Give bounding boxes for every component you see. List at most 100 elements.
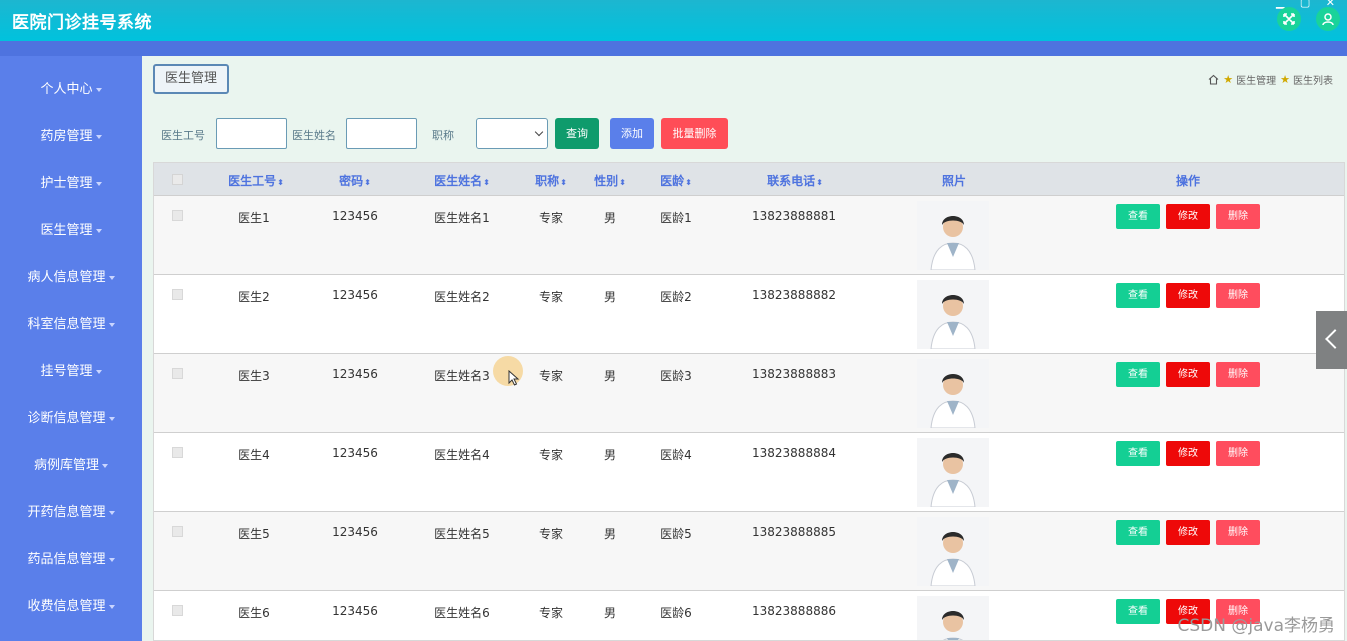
row-checkbox[interactable] [172,289,183,300]
sidebar-item-prescriptions[interactable]: 开药信息管理 [0,489,142,536]
title-select[interactable] [476,118,548,149]
cell-phone: 13823888883 [752,367,836,381]
cell-title: 专家 [538,290,563,304]
edit-button[interactable]: 修改 [1166,204,1210,229]
delete-button[interactable]: 删除 [1216,441,1260,466]
sort-icon: ⬍ [619,178,626,187]
col-gender[interactable]: 性别⬍ [592,172,628,189]
cell-doctor-name: 医生姓名2 [434,290,490,304]
bulk-delete-button[interactable]: 批量删除 [661,118,728,149]
cell-password: 123456 [332,209,378,223]
view-button[interactable]: 查看 [1116,599,1160,624]
side-panel-toggle[interactable] [1316,311,1347,369]
col-doctor-name[interactable]: 医生姓名⬍ [431,172,493,189]
sort-icon: ⬍ [560,178,567,187]
query-button[interactable]: 查询 [555,118,599,149]
cell-doctor-id: 医生4 [238,448,270,462]
sidebar-item-pharmacy[interactable]: 药房管理 [0,113,142,160]
table-row: 医生1 123456 医生姓名1 专家 男 医龄1 13823888881 查看 修改 删除 [154,195,1344,274]
cell-seniority: 医龄6 [660,606,692,620]
view-button[interactable]: 查看 [1116,362,1160,387]
sidebar-item-patients[interactable]: 病人信息管理 [0,254,142,301]
doctor-name-input[interactable] [346,118,417,149]
col-title[interactable]: 职称⬍ [533,172,569,189]
watermark: CSDN @java李杨勇 [1177,616,1336,636]
cell-password: 123456 [332,604,378,618]
cell-password: 123456 [332,525,378,539]
edit-button[interactable]: 修改 [1166,362,1210,387]
cell-seniority: 医龄3 [660,369,692,383]
cell-gender: 男 [603,369,616,383]
col-seniority[interactable]: 医龄⬍ [658,172,694,189]
edit-button[interactable]: 修改 [1166,520,1210,545]
main-content: 医生管理 ★ 医生管理 ★ 医生列表 医生工号 医生姓名 职称 查询 添加 批量… [142,56,1347,641]
doctor-photo [917,517,989,586]
sidebar-item-case-library[interactable]: 病例库管理 [0,442,142,489]
chevron-down-icon [95,87,102,92]
top-bar: 医院门诊挂号系统 ▁ ▢ ✕ [0,0,1347,41]
breadcrumb-level2: 医生列表 [1293,76,1333,87]
cell-password: 123456 [332,367,378,381]
doctor-id-label: 医生工号 [161,129,205,142]
cell-phone: 13823888886 [752,604,836,618]
col-doctor-id[interactable]: 医生工号⬍ [226,172,286,189]
cell-doctor-name: 医生姓名6 [434,606,490,620]
edit-button[interactable]: 修改 [1166,283,1210,308]
row-checkbox[interactable] [172,368,183,379]
view-button[interactable]: 查看 [1116,283,1160,308]
view-button[interactable]: 查看 [1116,520,1160,545]
table-row: 医生3 123456 医生姓名3 专家 男 医龄3 13823888883 查看 修改 删除 [154,353,1344,432]
edit-button[interactable]: 修改 [1166,441,1210,466]
cell-seniority: 医龄4 [660,448,692,462]
row-checkbox[interactable] [172,210,183,221]
fullscreen-icon[interactable] [1277,7,1301,31]
chevron-down-icon [108,275,115,280]
title-label: 职称 [432,129,454,142]
chevron-down-icon [95,134,102,139]
home-icon[interactable] [1208,74,1219,85]
row-checkbox[interactable] [172,526,183,537]
chevron-left-icon [1325,329,1345,349]
sidebar-item-diagnosis[interactable]: 诊断信息管理 [0,395,142,442]
col-phone[interactable]: 联系电话⬍ [764,172,826,189]
cell-gender: 男 [603,448,616,462]
breadcrumb-level1[interactable]: 医生管理 [1236,72,1276,87]
sort-icon: ⬍ [364,178,371,187]
sort-icon: ⬍ [816,178,823,187]
doctor-id-input[interactable] [216,118,287,149]
app-title: 医院门诊挂号系统 [12,13,152,33]
cell-gender: 男 [603,211,616,225]
select-all-checkbox[interactable] [172,174,183,185]
delete-button[interactable]: 删除 [1216,362,1260,387]
sidebar-item-doctors[interactable]: 医生管理 [0,207,142,254]
user-icon[interactable] [1316,7,1340,31]
delete-button[interactable]: 删除 [1216,520,1260,545]
view-button[interactable]: 查看 [1116,204,1160,229]
doctor-name-label: 医生姓名 [292,129,336,142]
cell-title: 专家 [538,448,563,462]
cell-title: 专家 [538,527,563,541]
table-row: 医生6 123456 医生姓名6 专家男医龄6 13823888886 查看 修改 删除 [154,590,1344,640]
sidebar-item-personal-center[interactable]: 个人中心 [0,66,142,113]
cell-title: 专家 [538,369,563,383]
cell-phone: 13823888884 [752,446,836,460]
sidebar-item-departments[interactable]: 科室信息管理 [0,301,142,348]
table-row: 医生2 123456 医生姓名2 专家 男 医龄2 13823888882 查看 修改 删除 [154,274,1344,353]
sidebar-item-billing[interactable]: 收费信息管理 [0,583,142,630]
tab-doctor-management[interactable]: 医生管理 [153,64,229,94]
cell-gender: 男 [603,606,616,620]
delete-button[interactable]: 删除 [1216,283,1260,308]
chevron-down-icon [108,510,115,515]
add-button[interactable]: 添加 [610,118,654,149]
row-checkbox[interactable] [172,447,183,458]
sidebar-item-registration[interactable]: 挂号管理 [0,348,142,395]
chevron-down-icon [108,416,115,421]
cell-doctor-name: 医生姓名3 [434,369,490,383]
view-button[interactable]: 查看 [1116,441,1160,466]
delete-button[interactable]: 删除 [1216,204,1260,229]
sidebar-item-medicines[interactable]: 药品信息管理 [0,536,142,583]
col-password[interactable]: 密码⬍ [334,172,376,189]
cell-doctor-name: 医生姓名1 [434,211,490,225]
row-checkbox[interactable] [172,605,183,616]
sidebar-item-nurses[interactable]: 护士管理 [0,160,142,207]
